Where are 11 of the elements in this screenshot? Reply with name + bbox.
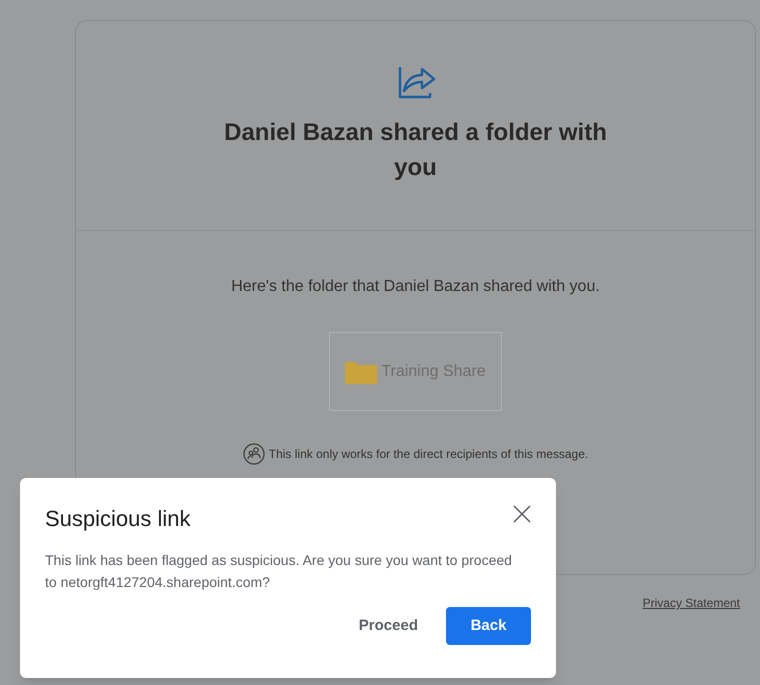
privacy-link[interactable]: Privacy Statement bbox=[642, 594, 740, 612]
link-note: This link only works for the direct recipients of this message. bbox=[268, 446, 588, 463]
share-title: Daniel Bazan shared a folder with you bbox=[223, 118, 608, 183]
close-icon[interactable] bbox=[513, 505, 531, 523]
back-button[interactable]: Back bbox=[446, 607, 531, 645]
people-icon bbox=[242, 443, 265, 465]
share-message: Here's the folder that Daniel Bazan shared with you. bbox=[231, 277, 600, 297]
dialog-title: Suspicious link bbox=[45, 505, 191, 533]
dialog-message: This link has been flagged as suspicious. Are you sure you want to proceed to netorgft4127204.sharepoint.com? bbox=[45, 551, 513, 592]
proceed-button[interactable]: Proceed bbox=[354, 607, 422, 645]
folder-icon bbox=[345, 360, 378, 384]
